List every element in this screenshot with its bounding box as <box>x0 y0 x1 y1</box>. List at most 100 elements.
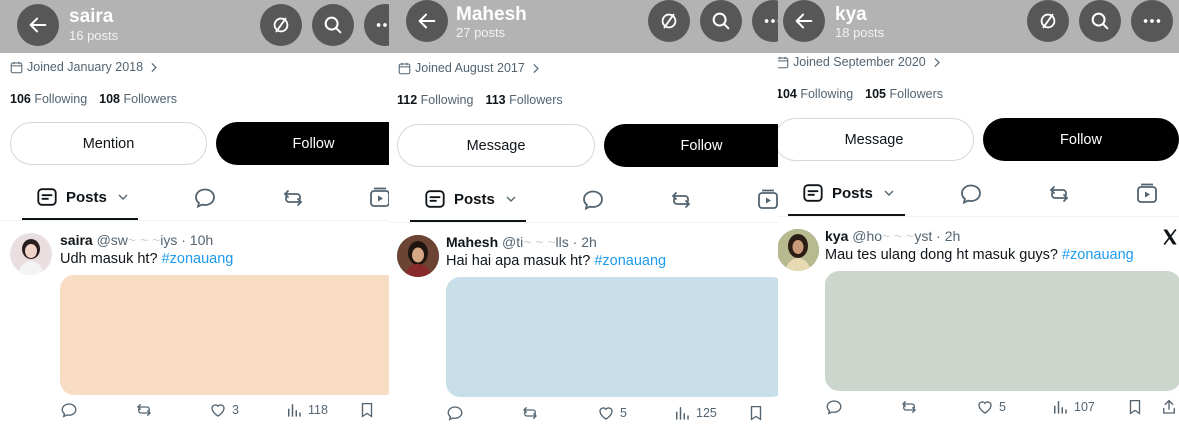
repost-button[interactable] <box>521 404 539 422</box>
profile-name: saira <box>69 6 114 27</box>
post-media[interactable] <box>825 271 1179 391</box>
views-button[interactable]: 118 <box>285 401 328 419</box>
profile-panel-mahesh: Mahesh 27 posts Joined August 2017 112 F… <box>389 0 778 429</box>
replies-tab-icon[interactable] <box>959 182 983 206</box>
avatar[interactable] <box>778 229 819 271</box>
video-tab-icon[interactable] <box>756 188 778 212</box>
like-count: 5 <box>620 406 627 420</box>
hashtag-link[interactable]: #zonauang <box>162 251 234 267</box>
post-time[interactable]: · 2h <box>936 228 960 244</box>
post-count: 27 posts <box>456 25 506 40</box>
bookmark-button[interactable] <box>1126 398 1144 416</box>
search-button[interactable] <box>1079 0 1121 42</box>
avatar[interactable] <box>10 233 52 275</box>
back-arrow-icon <box>795 13 813 29</box>
message-button[interactable]: Message <box>778 118 974 161</box>
like-button[interactable]: 5 <box>976 398 1006 416</box>
post-time[interactable]: · 10h <box>181 232 213 248</box>
hashtag-link[interactable]: #zonauang <box>594 253 666 269</box>
reply-button[interactable] <box>446 404 464 422</box>
post-handle[interactable]: @ho~ ~ ~yst <box>852 228 932 244</box>
replies-tab-icon[interactable] <box>581 188 605 212</box>
reply-button[interactable] <box>825 398 843 416</box>
replies-tab-icon[interactable] <box>193 186 217 210</box>
search-button[interactable] <box>700 0 742 42</box>
repost-button[interactable] <box>900 398 918 416</box>
tab-posts[interactable]: Posts <box>36 186 131 208</box>
share-button[interactable] <box>1160 398 1178 416</box>
like-icon <box>211 404 225 417</box>
repost-tab-icon[interactable] <box>281 186 305 210</box>
follow-button[interactable]: Follow <box>216 122 389 165</box>
post-media[interactable] <box>446 277 778 397</box>
hashtag-link[interactable]: #zonauang <box>1062 247 1134 263</box>
post-time[interactable]: · 2h <box>573 234 597 250</box>
avatar[interactable] <box>397 235 439 277</box>
joined-text: Joined August 2017 <box>415 61 525 75</box>
more-button[interactable] <box>1131 0 1173 42</box>
avatar-photo <box>18 239 44 275</box>
views-button[interactable]: 125 <box>673 404 717 422</box>
more-icon <box>376 23 387 27</box>
post-author[interactable]: kya <box>825 228 848 244</box>
following-link[interactable]: 112 Following <box>397 93 473 107</box>
chevron-down-icon <box>884 190 894 196</box>
video-tab-icon[interactable] <box>1135 182 1159 206</box>
more-button[interactable] <box>752 0 778 42</box>
follow-stats: 106 Following 108 Followers <box>10 92 177 106</box>
more-icon <box>1143 19 1161 23</box>
post-author[interactable]: saira <box>60 232 93 248</box>
posts-tab-icon <box>803 184 823 202</box>
follow-button[interactable]: Follow <box>604 124 778 167</box>
view-count: 118 <box>308 403 328 417</box>
tab-posts[interactable]: Posts <box>802 182 897 204</box>
post-media[interactable] <box>60 275 389 395</box>
followers-link[interactable]: 105 Followers <box>865 87 943 101</box>
post-handle[interactable]: @ti~ ~ ~lls <box>502 234 569 250</box>
following-link[interactable]: 104 Following <box>778 87 853 101</box>
like-button[interactable]: 3 <box>209 401 239 419</box>
mention-button[interactable]: Mention <box>10 122 207 165</box>
post-handle[interactable]: @sw~ ~ ~iys <box>97 232 178 248</box>
search-button[interactable] <box>312 4 354 46</box>
like-button[interactable]: 5 <box>597 404 627 422</box>
view-count: 125 <box>696 406 717 420</box>
back-arrow-icon <box>29 17 47 33</box>
chevron-right-icon <box>934 57 940 67</box>
grok-button[interactable] <box>260 4 302 46</box>
calendar-icon <box>778 56 789 68</box>
back-arrow-icon <box>418 13 436 29</box>
back-button[interactable] <box>783 0 825 42</box>
reply-icon <box>826 400 842 415</box>
profile-panel-saira: saira 16 posts Joined January 2018 106 F… <box>0 0 389 429</box>
avatar-photo <box>397 235 439 277</box>
repost-tab-icon[interactable] <box>669 188 693 212</box>
message-button[interactable]: Message <box>397 124 595 167</box>
back-button[interactable] <box>17 4 59 46</box>
grok-button[interactable] <box>1027 0 1069 42</box>
repost-button[interactable] <box>135 401 153 419</box>
calendar-icon <box>398 62 411 74</box>
post-header: kya @ho~ ~ ~yst · 2h <box>825 228 960 244</box>
post-header: Mahesh @ti~ ~ ~lls · 2h <box>446 234 597 250</box>
follow-button[interactable]: Follow <box>983 118 1179 161</box>
tab-posts-label: Posts <box>66 188 107 206</box>
joined-date: Joined August 2017 <box>398 61 542 75</box>
reply-button[interactable] <box>60 401 78 419</box>
repost-tab-icon[interactable] <box>1047 182 1071 206</box>
post-author[interactable]: Mahesh <box>446 234 498 250</box>
tab-posts[interactable]: Posts <box>424 188 519 210</box>
followers-link[interactable]: 113 Followers <box>485 93 562 107</box>
bookmark-button[interactable] <box>747 404 765 422</box>
tab-posts-label: Posts <box>832 184 873 202</box>
back-button[interactable] <box>406 0 448 42</box>
followers-link[interactable]: 108 Followers <box>99 92 177 106</box>
follow-stats: 104 Following 105 Followers <box>778 87 943 101</box>
video-tab-icon[interactable] <box>368 186 389 210</box>
following-link[interactable]: 106 Following <box>10 92 87 106</box>
grok-button[interactable] <box>648 0 690 42</box>
more-button[interactable] <box>364 4 389 46</box>
bookmark-button[interactable] <box>358 401 376 419</box>
views-button[interactable]: 107 <box>1051 398 1095 416</box>
like-icon <box>599 407 613 420</box>
